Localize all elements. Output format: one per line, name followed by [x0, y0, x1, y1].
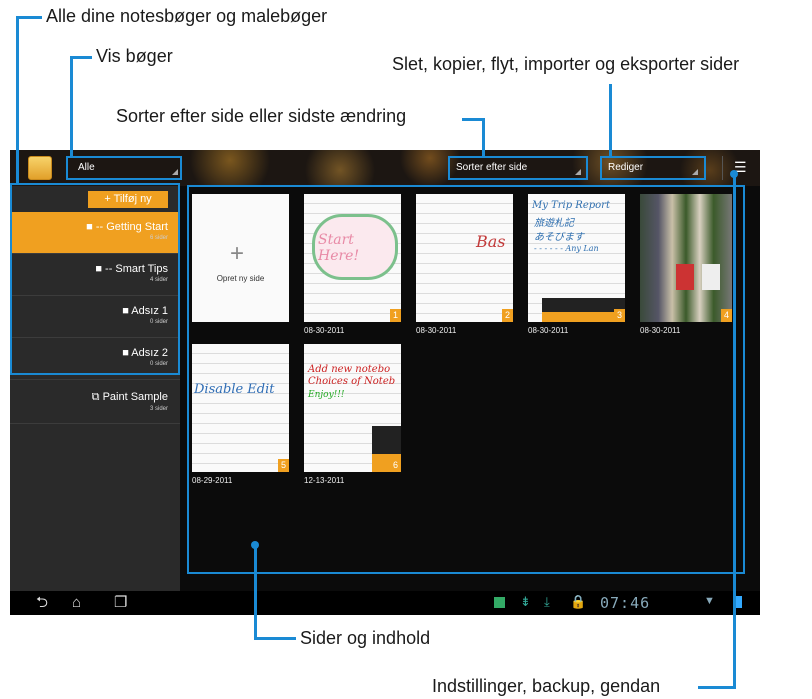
system-nav-bar: ⮌ ⌂ ❐ ⇟ ⤓ 🔒 07:46 ▼ — [10, 591, 760, 615]
highlight-pages — [187, 185, 745, 574]
annotation-view-books: Vis bøger — [96, 46, 173, 66]
highlight-edit — [600, 156, 706, 180]
annotation-all-notebooks: Alle dine notesbøger og malebøger — [46, 6, 328, 26]
download-icon: ⤓ — [544, 594, 550, 609]
lock-icon: 🔒 — [570, 594, 587, 609]
highlight-filter — [66, 156, 182, 180]
usb-icon: ⇟ — [520, 594, 531, 609]
leader-line — [16, 16, 19, 184]
wifi-icon: ▼ — [704, 595, 715, 607]
annotation-settings: Indstillinger, backup, gendan — [432, 676, 661, 696]
leader-line — [254, 545, 257, 639]
divider — [722, 156, 723, 180]
annotation-sort: Sorter efter side eller sidste ændring — [116, 106, 407, 126]
recent-apps-icon[interactable]: ❐ — [114, 594, 127, 612]
app-icon[interactable] — [28, 156, 52, 180]
annotation-pages-content: Sider og indhold — [300, 628, 431, 648]
notification-icon — [494, 597, 505, 608]
leader-line — [16, 16, 42, 19]
leader-line — [70, 56, 73, 156]
leader-line — [482, 118, 485, 156]
annotation-edit-pages: Slet, kopier, flyt, importer og eksporte… — [392, 54, 740, 74]
clock: 07:46 — [600, 594, 651, 612]
leader-line — [70, 56, 92, 59]
notebook-item[interactable]: ⧉ Paint Sample 3 sider — [10, 382, 180, 424]
back-icon[interactable]: ⮌ — [36, 594, 48, 612]
leader-line — [698, 686, 736, 689]
highlight-sort — [448, 156, 588, 180]
notebook-title: ⧉ Paint Sample — [91, 391, 168, 403]
battery-icon — [736, 596, 742, 608]
leader-line — [733, 174, 736, 687]
leader-line — [609, 84, 612, 156]
home-icon[interactable]: ⌂ — [72, 594, 81, 612]
leader-line — [462, 118, 484, 121]
leader-line — [254, 637, 296, 640]
notebook-page-count: 3 sider — [149, 406, 168, 412]
highlight-sidebar — [10, 183, 180, 375]
